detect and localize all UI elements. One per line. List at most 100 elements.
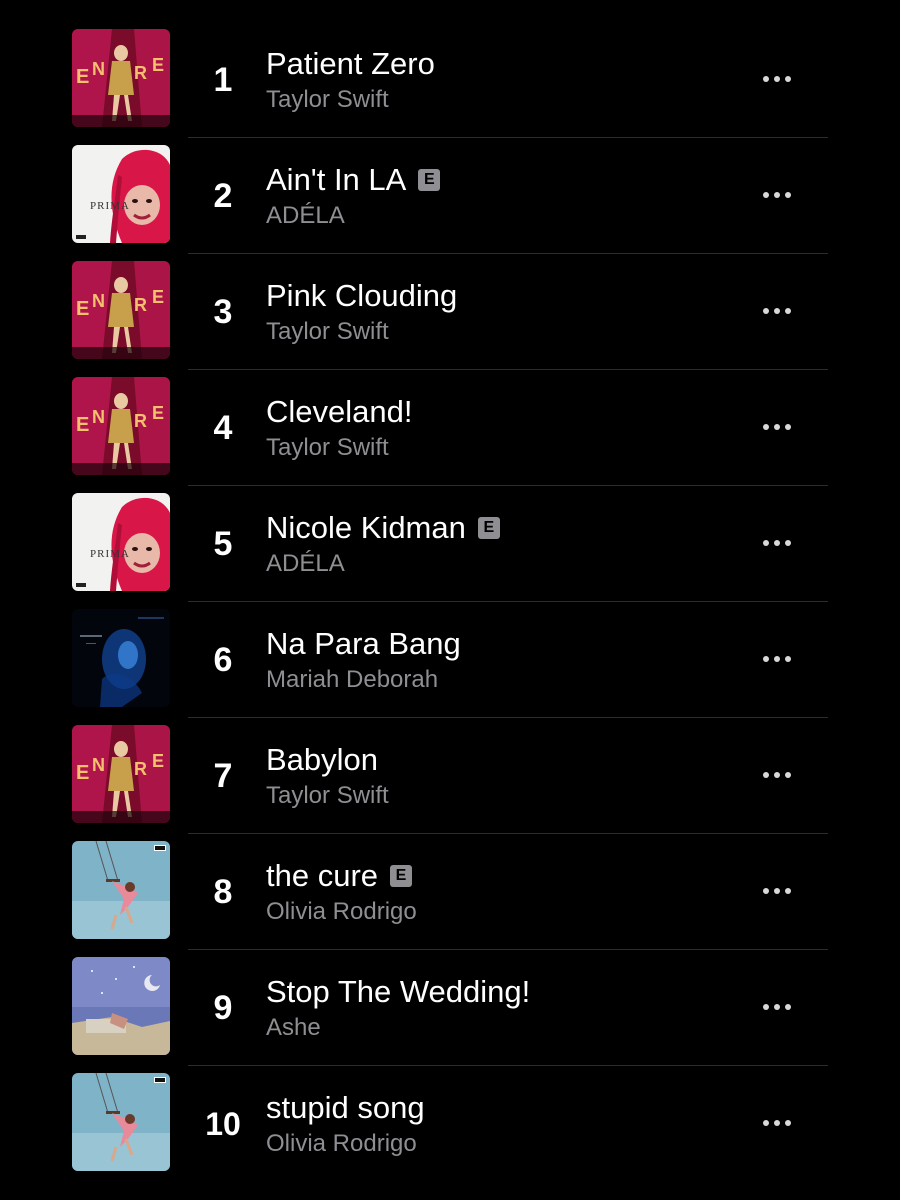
track-artist[interactable]: Olivia Rodrigo — [266, 896, 726, 928]
album-art: E N R E — [72, 29, 170, 127]
album-art — [72, 609, 170, 707]
track-artist[interactable]: Taylor Swift — [266, 780, 726, 812]
track-title[interactable]: Nicole Kidman — [266, 510, 466, 546]
track-title[interactable]: Na Para Bang — [266, 626, 461, 662]
track-artist[interactable]: Taylor Swift — [266, 316, 726, 348]
title-line: Ain't In LA E — [266, 160, 726, 200]
track-row[interactable]: 9 Stop The Wedding! Ashe — [0, 950, 900, 1066]
track-title[interactable]: Ain't In LA — [266, 162, 406, 198]
track-title[interactable]: stupid song — [266, 1090, 425, 1126]
track-title[interactable]: Babylon — [266, 742, 378, 778]
more-options-icon[interactable] — [755, 646, 799, 672]
track-texts: Ain't In LA E ADÉLA — [266, 160, 726, 232]
album-art: E N R E — [72, 377, 170, 475]
more-options-icon[interactable] — [755, 1110, 799, 1136]
album-art-sky — [72, 957, 170, 1055]
album-art — [72, 957, 170, 1055]
svg-text:E: E — [152, 287, 164, 307]
track-artist[interactable]: Ashe — [266, 1012, 726, 1044]
album-art: PRIMA — [72, 493, 170, 591]
track-title[interactable]: Cleveland! — [266, 394, 412, 430]
more-options-icon[interactable] — [755, 298, 799, 324]
track-texts: Patient Zero Taylor Swift — [266, 44, 726, 116]
album-art-prima: PRIMA — [72, 493, 170, 591]
track-row[interactable]: 8 the cure E Olivia Rodrigo — [0, 834, 900, 950]
track-rank: 2 — [213, 177, 233, 215]
track-artist[interactable]: ADÉLA — [266, 200, 726, 232]
track-rank: 4 — [213, 409, 233, 447]
album-art-prima: PRIMA — [72, 145, 170, 243]
title-line: stupid song — [266, 1088, 726, 1128]
svg-text:R: R — [134, 63, 147, 83]
svg-text:E: E — [152, 751, 164, 771]
title-line: Babylon — [266, 740, 726, 780]
album-art-swing — [72, 841, 170, 939]
track-title[interactable]: the cure — [266, 858, 378, 894]
track-row[interactable]: E N R E 1 Patient Zero Taylor Swift — [0, 22, 900, 138]
track-artist[interactable]: Taylor Swift — [266, 84, 726, 116]
more-options-icon[interactable] — [755, 762, 799, 788]
svg-text:E: E — [76, 414, 89, 436]
track-title[interactable]: Pink Clouding — [266, 278, 457, 314]
track-rank: 5 — [213, 525, 233, 563]
svg-text:N: N — [92, 407, 105, 427]
track-title[interactable]: Stop The Wedding! — [266, 974, 530, 1010]
track-rank: 10 — [205, 1106, 241, 1142]
more-options-icon[interactable] — [755, 530, 799, 556]
title-line: Cleveland! — [266, 392, 726, 432]
album-art-encore: E N R E — [72, 377, 170, 475]
more-options-icon[interactable] — [755, 414, 799, 440]
svg-text:PRIMA: PRIMA — [90, 200, 130, 212]
explicit-icon: E — [477, 517, 500, 539]
track-rank: 8 — [213, 873, 233, 911]
title-line: Patient Zero — [266, 44, 726, 84]
svg-text:PRIMA: PRIMA — [90, 548, 130, 560]
explicit-icon: E — [418, 169, 441, 191]
track-texts: Cleveland! Taylor Swift — [266, 392, 726, 464]
more-options-icon[interactable] — [755, 66, 799, 92]
track-title[interactable]: Patient Zero — [266, 46, 435, 82]
title-line: Stop The Wedding! — [266, 972, 726, 1012]
more-options-icon[interactable] — [755, 994, 799, 1020]
more-options-icon[interactable] — [755, 182, 799, 208]
album-art — [72, 841, 170, 939]
svg-text:N: N — [92, 291, 105, 311]
svg-text:N: N — [92, 755, 105, 775]
album-art-encore: E N R E — [72, 261, 170, 359]
track-list: E N R E 1 Patient Zero Taylor Swift PRIM… — [0, 22, 900, 1182]
track-texts: Babylon Taylor Swift — [266, 740, 726, 812]
track-texts: Nicole Kidman E ADÉLA — [266, 508, 726, 580]
track-row[interactable]: PRIMA 2 Ain't In LA E ADÉLA — [0, 138, 900, 254]
album-art: PRIMA — [72, 145, 170, 243]
album-art-encore: E N R E — [72, 29, 170, 127]
track-rank: 3 — [213, 293, 233, 331]
svg-text:R: R — [134, 295, 147, 315]
album-art-blue — [72, 609, 170, 707]
svg-text:E: E — [152, 403, 164, 423]
album-art-encore: E N R E — [72, 725, 170, 823]
title-line: Nicole Kidman E — [266, 508, 726, 548]
track-rank: 6 — [213, 641, 233, 679]
more-options-icon[interactable] — [755, 878, 799, 904]
explicit-icon: E — [390, 865, 413, 887]
track-artist[interactable]: Olivia Rodrigo — [266, 1128, 726, 1160]
title-line: Na Para Bang — [266, 624, 726, 664]
track-row[interactable]: E N R E 4 Cleveland! Taylor Swift — [0, 370, 900, 486]
track-rank: 7 — [213, 757, 233, 795]
track-texts: the cure E Olivia Rodrigo — [266, 856, 726, 928]
track-row[interactable]: 10 stupid song Olivia Rodrigo — [0, 1066, 900, 1182]
track-row[interactable]: PRIMA 5 Nicole Kidman E ADÉLA — [0, 486, 900, 602]
track-artist[interactable]: Taylor Swift — [266, 432, 726, 464]
album-art — [72, 1073, 170, 1171]
track-texts: Na Para Bang Mariah Deborah — [266, 624, 726, 696]
track-texts: Stop The Wedding! Ashe — [266, 972, 726, 1044]
track-texts: stupid song Olivia Rodrigo — [266, 1088, 726, 1160]
title-line: Pink Clouding — [266, 276, 726, 316]
track-row[interactable]: E N R E 7 Babylon Taylor Swift — [0, 718, 900, 834]
svg-text:R: R — [134, 411, 147, 431]
title-line: the cure E — [266, 856, 726, 896]
track-artist[interactable]: ADÉLA — [266, 548, 726, 580]
track-artist[interactable]: Mariah Deborah — [266, 664, 726, 696]
track-row[interactable]: 6 Na Para Bang Mariah Deborah — [0, 602, 900, 718]
track-row[interactable]: E N R E 3 Pink Clouding Taylor Swift — [0, 254, 900, 370]
